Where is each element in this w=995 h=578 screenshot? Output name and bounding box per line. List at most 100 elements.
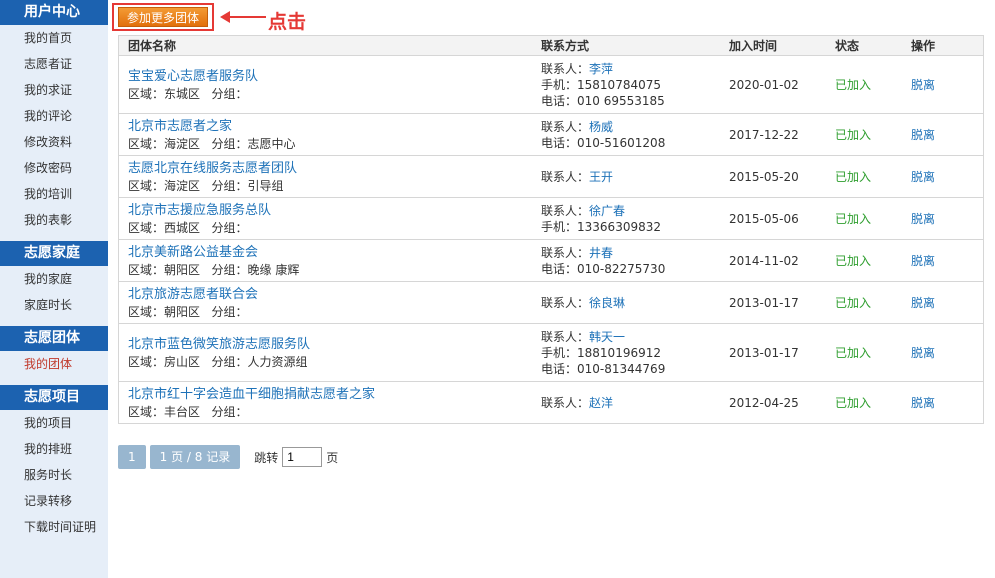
leave-link[interactable]: 脱离 <box>911 212 935 226</box>
sidebar-item[interactable]: 下载时间证明 <box>0 514 108 540</box>
region-value: 丰台区 <box>164 405 201 419</box>
phone-value: 010-82275730 <box>577 261 666 276</box>
sidebar-item[interactable]: 服务时长 <box>0 462 108 488</box>
sidebar-item[interactable]: 我的培训 <box>0 181 108 207</box>
header-join-date: 加入时间 <box>729 35 835 56</box>
sidebar-item[interactable]: 修改密码 <box>0 155 108 181</box>
team-region-line: 区域：西城区 分组： <box>128 220 541 236</box>
team-name-link[interactable]: 北京市志愿者之家 <box>128 117 541 136</box>
region-value: 东城区 <box>164 87 201 101</box>
join-more-teams-button[interactable]: 参加更多团体 <box>118 7 208 27</box>
sidebar-section-title: 志愿团体 <box>0 326 108 351</box>
sidebar-section-title: 志愿项目 <box>0 385 108 410</box>
group-label: 分组： <box>211 355 248 369</box>
group-label: 分组： <box>211 405 248 419</box>
group-label: 分组： <box>211 221 248 235</box>
status-badge: 已加入 <box>835 281 911 324</box>
sidebar-item[interactable]: 我的评论 <box>0 103 108 129</box>
region-label: 区域： <box>128 263 165 277</box>
contact-name[interactable]: 井春 <box>589 246 613 260</box>
leave-link[interactable]: 脱离 <box>911 296 935 310</box>
contact-name[interactable]: 徐广春 <box>589 204 625 218</box>
region-label: 区域： <box>128 305 165 319</box>
leave-link[interactable]: 脱离 <box>911 346 935 360</box>
sidebar-item[interactable]: 我的团体 <box>0 351 108 377</box>
team-region-line: 区域：朝阳区 分组： <box>128 304 541 320</box>
sidebar-item[interactable]: 我的排班 <box>0 436 108 462</box>
table-row: 志愿北京在线服务志愿者团队 区域：海淀区 分组：引导组 联系人：王开 2015-05-… <box>118 155 984 198</box>
sidebar-item[interactable]: 我的表彰 <box>0 207 108 233</box>
group-label: 分组： <box>211 87 248 101</box>
team-cell: 北京市红十字会造血干细胞捐献志愿者之家 区域：丰台区 分组： <box>118 381 541 424</box>
join-date: 2015-05-06 <box>729 197 835 240</box>
region-value: 朝阳区 <box>164 305 201 319</box>
contact-name[interactable]: 赵洋 <box>589 396 613 410</box>
leave-link[interactable]: 脱离 <box>911 170 935 184</box>
status-badge: 已加入 <box>835 381 911 424</box>
mobile-label: 手机： <box>541 219 578 234</box>
sidebar: 用户中心 我的首页 志愿者证 我的求证 我的评论 修改资料 修改密码 我的培训 我的表彰 志愿家庭… <box>0 0 108 578</box>
operation-cell: 脱离 <box>911 113 984 156</box>
contact-name[interactable]: 杨威 <box>589 120 613 134</box>
page-summary: 1 页 / 8 记录 <box>149 445 241 469</box>
contact-label: 联系人： <box>541 119 590 134</box>
contact-name[interactable]: 王开 <box>589 170 613 184</box>
contact-label: 联系人： <box>541 295 590 310</box>
team-name-link[interactable]: 北京旅游志愿者联合会 <box>128 285 541 304</box>
region-value: 海淀区 <box>164 137 201 151</box>
sidebar-item[interactable]: 修改资料 <box>0 129 108 155</box>
team-name-link[interactable]: 北京市志援应急服务总队 <box>128 201 541 220</box>
team-name-link[interactable]: 宝宝爱心志愿者服务队 <box>128 67 541 86</box>
region-label: 区域： <box>128 137 165 151</box>
operation-cell: 脱离 <box>911 381 984 424</box>
team-name-link[interactable]: 志愿北京在线服务志愿者团队 <box>128 159 541 178</box>
team-name-link[interactable]: 北京市蓝色微笑旅游志愿服务队 <box>128 335 541 354</box>
team-cell: 宝宝爱心志愿者服务队 区域：东城区 分组： <box>118 55 541 114</box>
team-name-link[interactable]: 北京美新路公益基金会 <box>128 243 541 262</box>
sidebar-section-title: 志愿家庭 <box>0 241 108 266</box>
contact-cell: 联系人：井春 电话：010-82275730 <box>541 239 729 282</box>
table-row: 北京市红十字会造血干细胞捐献志愿者之家 区域：丰台区 分组： 联系人：赵洋 2012-… <box>118 381 984 424</box>
phone-value: 010 69553185 <box>577 93 665 108</box>
sidebar-item[interactable]: 家庭时长 <box>0 292 108 318</box>
contact-name[interactable]: 韩天一 <box>589 330 625 344</box>
region-label: 区域： <box>128 355 165 369</box>
contact-label: 联系人： <box>541 61 590 76</box>
region-label: 区域： <box>128 405 165 419</box>
group-label: 分组： <box>211 263 248 277</box>
sidebar-item[interactable]: 志愿者证 <box>0 51 108 77</box>
contact-label: 联系人： <box>541 329 590 344</box>
group-value: 引导组 <box>247 179 284 193</box>
region-value: 西城区 <box>164 221 201 235</box>
contact-label: 联系人： <box>541 169 590 184</box>
team-cell: 志愿北京在线服务志愿者团队 区域：海淀区 分组：引导组 <box>118 155 541 198</box>
leave-link[interactable]: 脱离 <box>911 128 935 142</box>
leave-link[interactable]: 脱离 <box>911 396 935 410</box>
sidebar-item[interactable]: 我的求证 <box>0 77 108 103</box>
table-row: 北京美新路公益基金会 区域：朝阳区 分组：晚缘 康辉 联系人：井春 电话：010-82… <box>118 239 984 282</box>
sidebar-item[interactable]: 我的首页 <box>0 25 108 51</box>
operation-cell: 脱离 <box>911 155 984 198</box>
team-region-line: 区域：海淀区 分组：志愿中心 <box>128 136 541 152</box>
leave-link[interactable]: 脱离 <box>911 254 935 268</box>
jump-page-input[interactable] <box>282 447 323 467</box>
operation-cell: 脱离 <box>911 323 984 382</box>
pagination: 1 1 页 / 8 记录 跳转 页 <box>118 445 338 469</box>
leave-link[interactable]: 脱离 <box>911 78 935 92</box>
contact-name[interactable]: 徐良琳 <box>589 296 625 310</box>
region-label: 区域： <box>128 221 165 235</box>
sidebar-item[interactable]: 我的项目 <box>0 410 108 436</box>
teams-table: 团体名称 联系方式 加入时间 状态 操作 宝宝爱心志愿者服务队 区域：东城区 分组… <box>118 35 984 424</box>
region-label: 区域： <box>128 179 165 193</box>
sidebar-item[interactable]: 记录转移 <box>0 488 108 514</box>
page-current-button[interactable]: 1 <box>118 445 146 469</box>
contact-cell: 联系人：赵洋 <box>541 381 729 424</box>
sidebar-item[interactable]: 我的家庭 <box>0 266 108 292</box>
contact-label: 联系人： <box>541 245 590 260</box>
team-name-link[interactable]: 北京市红十字会造血干细胞捐献志愿者之家 <box>128 385 541 404</box>
contact-name[interactable]: 李萍 <box>589 62 613 76</box>
mobile-label: 手机： <box>541 345 578 360</box>
join-date: 2014-11-02 <box>729 239 835 282</box>
